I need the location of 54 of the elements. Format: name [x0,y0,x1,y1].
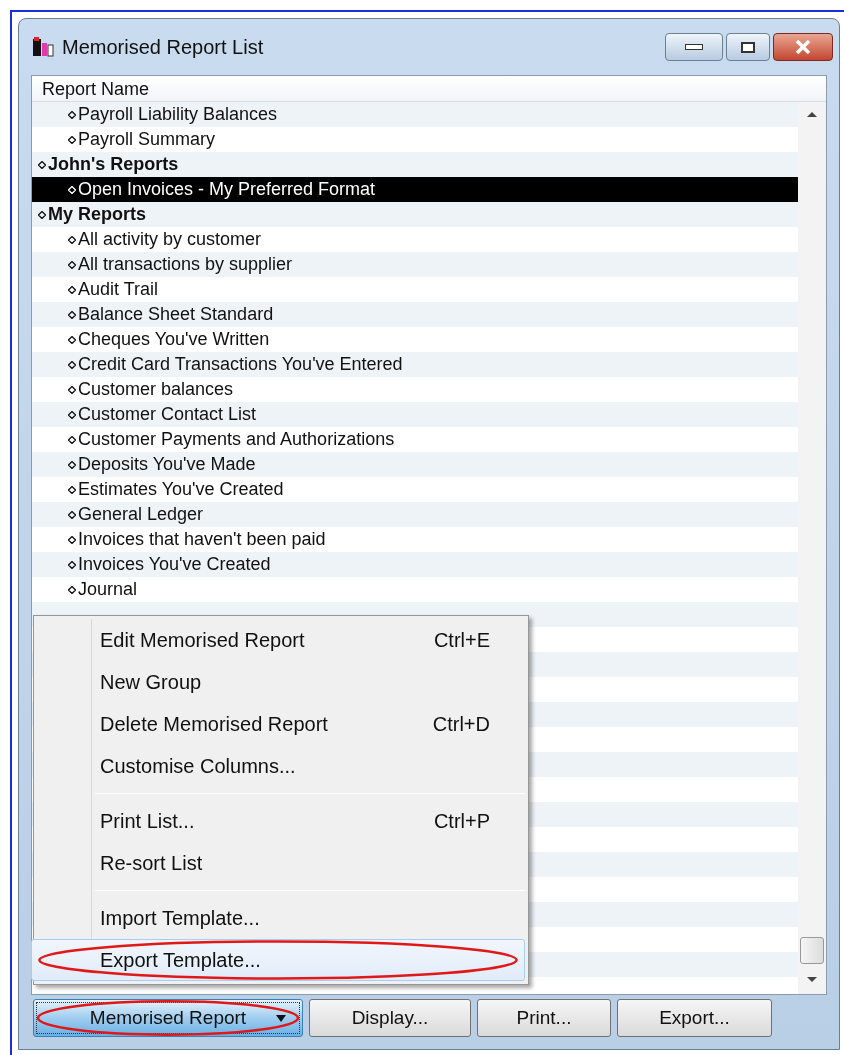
scrollbar[interactable] [798,102,826,994]
report-row[interactable]: Balance Sheet Standard [32,302,798,327]
group-row[interactable]: My Reports [32,202,798,227]
bullet-icon [68,235,76,244]
bullet-icon [68,560,76,569]
group-row[interactable]: John's Reports [32,152,798,177]
close-button[interactable] [773,33,833,61]
report-row[interactable]: All transactions by supplier [32,252,798,277]
menu-item[interactable]: Export Template... [31,939,525,981]
action-button[interactable]: Display... [309,999,471,1037]
minimize-button[interactable] [665,33,723,61]
scroll-up-icon[interactable] [806,110,818,118]
maximize-button[interactable] [726,33,770,61]
report-row[interactable]: Credit Card Transactions You've Entered [32,352,798,377]
bullet-icon [68,585,76,594]
bullet-icon [68,410,76,419]
dropdown-button[interactable]: Memorised Report [33,999,303,1037]
bullet-icon [68,460,76,469]
report-row[interactable]: Invoices You've Created [32,552,798,577]
menu-item[interactable]: Edit Memorised Report Ctrl+E [37,619,525,661]
scroll-thumb[interactable] [800,937,824,964]
close-icon [795,40,811,54]
bullet-icon [68,310,76,319]
bullet-icon [38,210,46,219]
report-row[interactable]: Open Invoices - My Preferred Format [32,177,798,202]
bullet-icon [68,260,76,269]
menu-item[interactable]: Customise Columns... [37,745,525,787]
menu-item[interactable]: Delete Memorised Report Ctrl+D [37,703,525,745]
report-row[interactable]: Customer Contact List [32,402,798,427]
bullet-icon [68,535,76,544]
bullet-icon [68,510,76,519]
bullet-icon [68,110,76,119]
action-button[interactable]: Print... [477,999,611,1037]
menu-item[interactable]: Re-sort List [37,842,525,884]
bullet-icon [68,435,76,444]
bullet-icon [68,185,76,194]
bullet-icon [68,335,76,344]
menu-item[interactable]: Print List... Ctrl+P [37,800,525,842]
app-icon [32,36,54,58]
report-row[interactable]: Deposits You've Made [32,452,798,477]
bullet-icon [68,385,76,394]
report-row[interactable]: General Ledger [32,502,798,527]
bullet-icon [68,285,76,294]
scroll-down-icon[interactable] [806,976,818,984]
bullet-icon [68,135,76,144]
bullet-icon [68,360,76,369]
bullet-icon [68,485,76,494]
bullet-icon [38,160,46,169]
window-title: Memorised Report List [62,35,264,60]
caret-icon [276,1014,286,1022]
report-row[interactable]: Payroll Liability Balances [32,102,798,127]
menu-item[interactable]: Import Template... [37,897,525,939]
action-button[interactable]: Export... [617,999,772,1037]
menu-item[interactable]: New Group [37,661,525,703]
